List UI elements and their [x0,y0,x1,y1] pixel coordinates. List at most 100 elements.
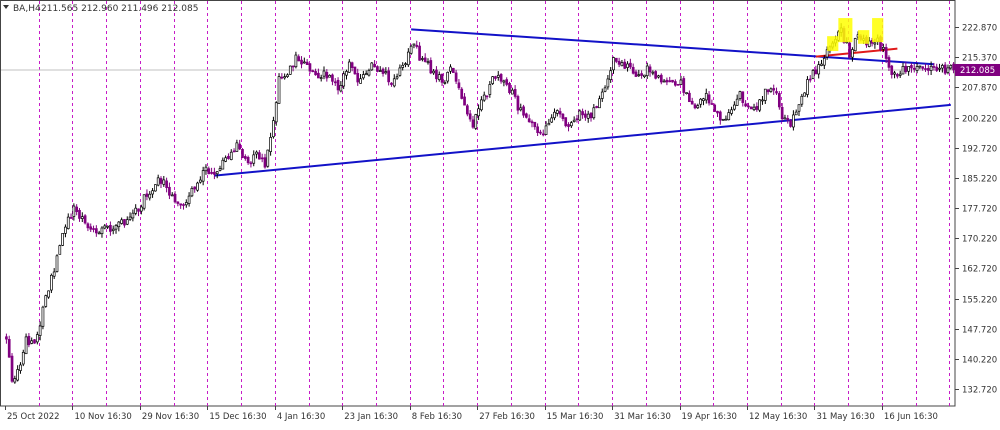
candle-body [202,171,204,182]
candle-body [45,296,47,307]
candle-body [767,90,769,92]
candle-body [270,137,272,151]
candle-body [376,67,378,72]
candle-body [556,110,558,113]
candle-body [939,68,941,69]
candle-body [761,100,763,101]
candle-body [76,207,78,212]
candle-body [385,72,387,73]
candle-body [613,58,615,70]
candle-body [272,121,274,137]
pattern-highlight-box [858,30,869,44]
candle-body [399,68,401,75]
candle-body [247,157,249,162]
candle-body [663,81,665,82]
candle-body [320,78,322,79]
candle-body [725,119,727,120]
candle-body [393,79,395,86]
candle-body [916,67,918,71]
candle-body [118,222,120,227]
candle-body [809,79,811,80]
candle-body [205,167,207,171]
candle-body [731,110,733,114]
candle-body [129,217,131,219]
x-tick-label: 29 Nov 16:30 [142,412,199,422]
candle-body [250,163,252,164]
candle-body [98,233,100,234]
candle-body [93,229,95,230]
candle-body [511,90,513,94]
candle-body [345,71,347,75]
candle-body [329,75,331,77]
y-tick-label: 147.720 [962,326,997,336]
price-chart[interactable]: 132.720140.220147.720155.220162.720170.2… [0,0,1000,426]
candle-body [368,70,370,75]
candle-body [419,46,421,60]
candle-body [652,72,654,73]
y-tick-label: 162.720 [962,265,997,275]
candle-body [683,78,685,92]
candle-layer [5,23,954,384]
candle-body [449,67,451,71]
candle-body [295,55,297,67]
candle-body [596,106,598,107]
candle-body [776,92,778,94]
candle-body [894,73,896,74]
candle-body [357,73,359,82]
chart-svg[interactable]: 132.720140.220147.720155.220162.720170.2… [0,0,1000,426]
symbol-dropdown-icon[interactable] [3,5,9,9]
candle-body [812,70,814,78]
candle-body [452,68,454,72]
candle-body [81,217,83,219]
candle-body [95,229,97,233]
y-tick-label: 132.720 [962,386,997,396]
candle-body [146,194,148,197]
candle-body [770,89,772,92]
y-tick-label: 185.220 [962,175,997,185]
candle-body [261,158,263,159]
candle-body [42,307,44,326]
candle-body [239,144,241,149]
candle-body [582,112,584,115]
candle-body [39,326,41,336]
candle-body [747,106,749,107]
x-tick-label: 25 Oct 2022 [7,412,60,422]
candle-body [25,337,27,354]
candle-body [655,71,657,78]
candle-body [84,216,86,223]
candle-body [326,72,328,78]
candle-body [621,63,623,66]
candle-body [610,71,612,80]
candle-body [823,58,825,65]
candle-body [551,118,553,122]
candle-body [936,67,938,70]
candle-body [514,89,516,96]
candle-body [286,75,288,77]
candle-body [820,64,822,65]
candle-body [922,67,924,69]
candle-body [160,178,162,183]
candle-body [78,210,80,218]
candle-body [534,122,536,126]
candle-body [469,114,471,119]
candle-body [222,160,224,169]
candle-body [101,228,103,234]
candle-body [584,114,586,117]
candle-body [570,123,572,126]
candle-body [242,149,244,157]
candle-body [430,60,432,72]
candle-body [22,352,24,364]
candle-body [31,341,33,344]
candle-body [281,77,283,78]
candle-body [413,44,415,45]
candle-body [638,75,640,76]
candle-body [112,229,114,231]
axis-layer: 132.720140.220147.720155.220162.720170.2… [6,24,1000,423]
candle-body [632,67,634,73]
candle-body [908,66,910,71]
candle-body [804,93,806,96]
candle-body [233,151,235,152]
candle-body [396,77,398,78]
candle-body [132,213,134,218]
candle-body [874,43,876,44]
